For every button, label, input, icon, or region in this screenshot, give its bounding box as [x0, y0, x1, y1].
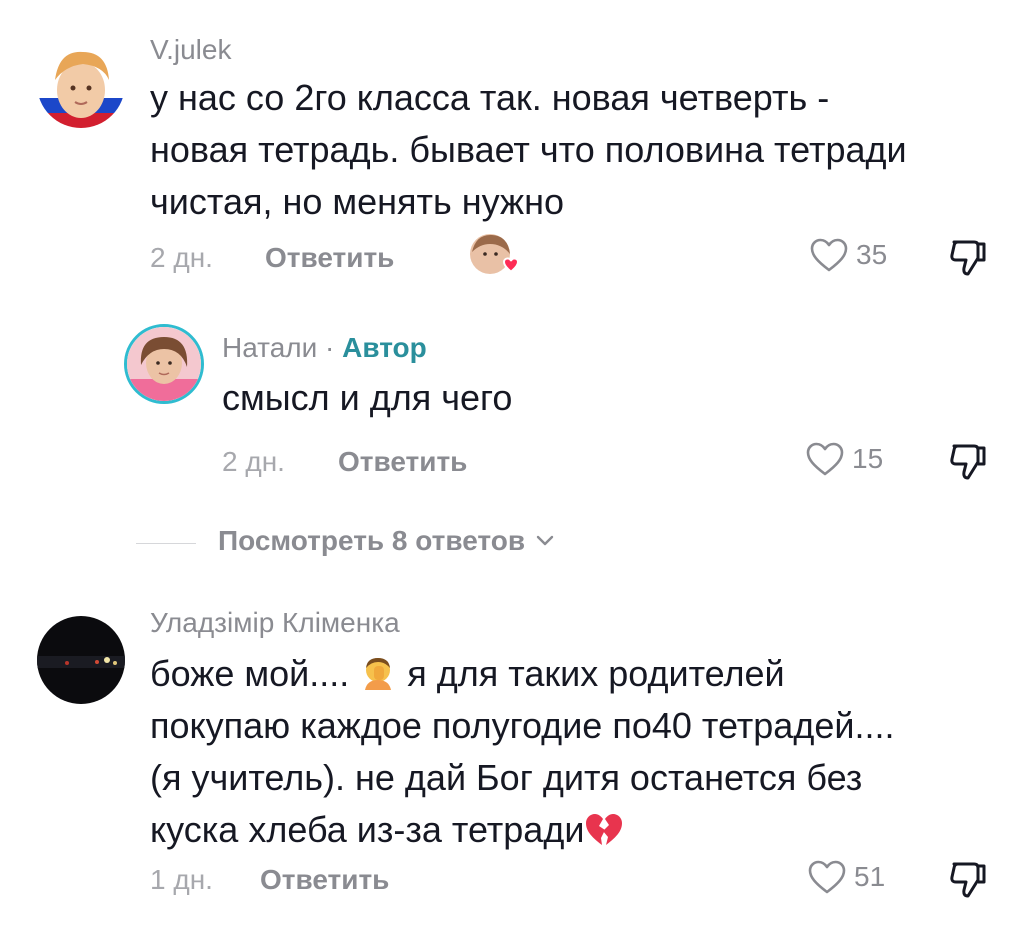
- comment-time: 2 дн.: [222, 446, 285, 477]
- comment-text: боже мой.... я для таких родителей покуп…: [150, 648, 894, 856]
- like-button[interactable]: 51: [808, 860, 885, 894]
- avatar[interactable]: [37, 616, 125, 704]
- like-count: 51: [854, 861, 886, 892]
- reply-username[interactable]: Натали: [222, 332, 317, 363]
- like-button[interactable]: 35: [810, 238, 887, 272]
- separator-dot: ·: [325, 332, 335, 363]
- comment-line: у нас со 2го класса так. новая четверть …: [150, 77, 830, 118]
- author-avatar-heart-icon: [468, 232, 520, 280]
- comment-time: 1 дн.: [150, 864, 213, 895]
- comment-fragment: куска хлеба из-за тетради: [150, 809, 585, 850]
- view-replies-label: Посмотреть 8 ответов: [218, 525, 526, 556]
- reply-button[interactable]: Ответить: [265, 242, 394, 274]
- broken-heart-icon: [586, 814, 623, 845]
- comment-line: новая тетрадь. бывает что половина тетра…: [150, 129, 907, 170]
- author-badge: Автор: [342, 332, 427, 363]
- comment-line: (я учитель). не дай Бог дитя останется б…: [150, 757, 863, 798]
- view-replies-button[interactable]: Посмотреть 8 ответов: [218, 525, 555, 557]
- comment-text: смысл и для чего: [222, 372, 512, 424]
- thumbs-down-icon: [950, 862, 986, 898]
- dislike-button[interactable]: [948, 860, 988, 905]
- comment-line: чистая, но менять нужно: [150, 181, 565, 222]
- comment-fragment: я для таких родителей: [407, 653, 785, 694]
- dislike-button[interactable]: [948, 442, 988, 487]
- comment-fragment: боже мой....: [150, 653, 360, 694]
- thumbs-down-icon: [950, 240, 986, 276]
- reply-button[interactable]: Ответить: [338, 446, 467, 478]
- comment-line: куска хлеба из-за тетради: [150, 804, 894, 856]
- comment-username[interactable]: V.julek: [150, 34, 231, 66]
- heart-icon: [808, 860, 846, 894]
- facepalm-emoji-icon: [365, 658, 392, 690]
- comment-line: покупаю каждое полугодие по40 тетрадей..…: [150, 705, 895, 746]
- comment-text: у нас со 2го класса так. новая четверть …: [150, 72, 907, 228]
- comments-thread: V.julek у нас со 2го класса так. новая ч…: [0, 0, 1024, 939]
- reply-button[interactable]: Ответить: [260, 864, 389, 896]
- comment-line: боже мой.... я для таких родителей: [150, 648, 894, 700]
- chevron-down-icon: [536, 535, 554, 546]
- heart-icon: [806, 442, 844, 476]
- like-button[interactable]: 15: [806, 442, 883, 476]
- comment-username[interactable]: Уладзімір Кліменка: [150, 607, 400, 639]
- like-count: 15: [852, 443, 884, 474]
- dislike-button[interactable]: [948, 238, 988, 283]
- like-count: 35: [856, 239, 888, 270]
- comment-username: Натали · Автор: [222, 332, 427, 364]
- avatar[interactable]: [37, 40, 125, 128]
- thumbs-down-icon: [950, 444, 986, 480]
- heart-icon: [810, 238, 848, 272]
- comment-time: 2 дн.: [150, 242, 213, 273]
- author-avatar[interactable]: [124, 324, 204, 404]
- replies-divider: [136, 543, 196, 544]
- comment-line: смысл и для чего: [222, 377, 513, 418]
